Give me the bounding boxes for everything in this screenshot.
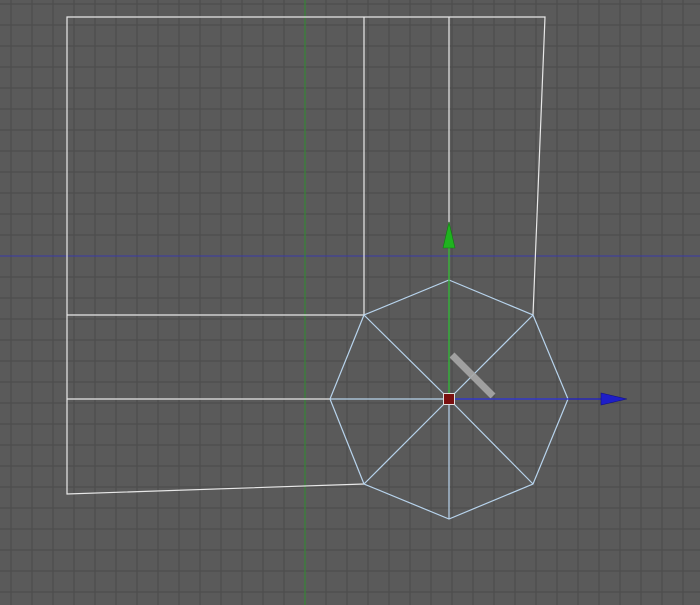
- viewport-canvas[interactable]: [0, 0, 700, 605]
- octagon-spoke[interactable]: [363, 314, 450, 400]
- octagon-spoke[interactable]: [448, 314, 534, 400]
- octagon-spoke[interactable]: [448, 398, 534, 485]
- 3d-viewport[interactable]: [0, 0, 700, 605]
- grid-floor: [0, 0, 700, 605]
- gizmo-pivot-icon[interactable]: [443, 393, 455, 405]
- octagon-spoke[interactable]: [363, 398, 450, 485]
